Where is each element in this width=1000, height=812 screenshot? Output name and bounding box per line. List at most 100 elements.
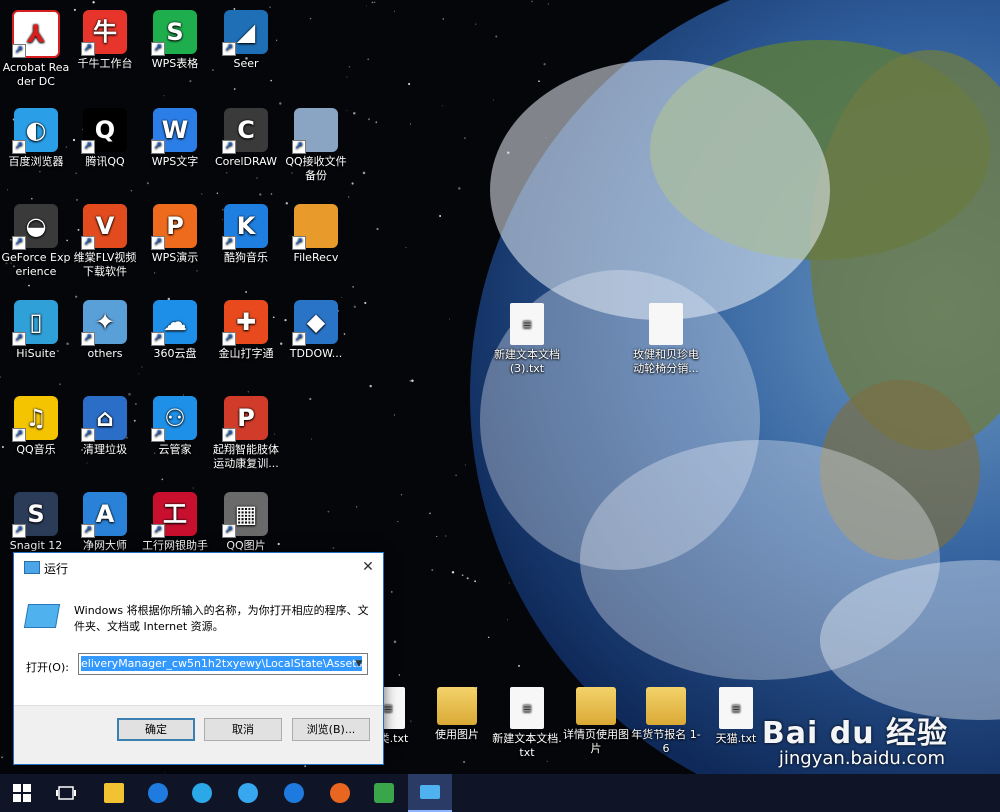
desktop-icon-label: 云管家 <box>158 443 192 456</box>
desktop-icon[interactable]: ✦ ↗ others <box>69 300 141 361</box>
desktop-icon[interactable]: ◢ ↗ Seer <box>210 10 282 71</box>
shortcut-arrow-icon: ↗ <box>292 236 306 250</box>
desktop-icon-label: HiSuite <box>16 347 56 360</box>
desktop-icon[interactable]: K ↗ 酷狗音乐 <box>210 204 282 265</box>
desktop-file[interactable]: 使用图片 <box>421 687 493 742</box>
desktop-icon[interactable]: V ↗ 维棠FLV视频下载软件 <box>69 204 141 279</box>
desktop-icon[interactable]: ↗ QQ接收文件备份 <box>280 108 352 183</box>
desktop-file[interactable]: 年货节报名 1-6 <box>630 687 702 756</box>
desktop-icon[interactable]: ◆ ↗ TDDOW... <box>280 300 352 361</box>
desktop-icon[interactable]: P ↗ WPS演示 <box>139 204 211 265</box>
desktop-icon[interactable]: Q ↗ 腾讯QQ <box>69 108 141 169</box>
shortcut-arrow-icon: ↗ <box>151 42 165 56</box>
desktop-file[interactable]: ≡ 新建文本文档.txt <box>491 687 563 760</box>
desktop-icon[interactable]: 工 ↗ 工行网银助手 <box>139 492 211 553</box>
run-titlebar[interactable]: 运行 ✕ <box>14 553 383 581</box>
folder-icon <box>576 687 616 725</box>
desktop-icon[interactable]: ✚ ↗ 金山打字通 <box>210 300 282 361</box>
qq-music-icon: ♫ ↗ <box>12 396 58 442</box>
shortcut-arrow-icon: ↗ <box>222 236 236 250</box>
desktop-icon[interactable]: W ↗ WPS文字 <box>139 108 211 169</box>
desktop-icon-label: 维棠FLV视频下载软件 <box>73 251 137 278</box>
desktop-icon-label: Acrobat Reader DC <box>2 61 70 88</box>
browse-button[interactable]: 浏览(B)... <box>292 718 370 741</box>
desktop-icon[interactable]: C ↗ CorelDRAW <box>210 108 282 169</box>
desktop-icon[interactable]: A ↗ 净网大师 <box>69 492 141 553</box>
edge-icon[interactable] <box>136 774 180 812</box>
firefox-icon[interactable] <box>318 774 362 812</box>
desktop-icon[interactable]: S ↗ WPS表格 <box>139 10 211 71</box>
desktop-icon-label: QQ图片 <box>226 539 266 552</box>
desktop-icon-label: 360云盘 <box>153 347 197 360</box>
shortcut-arrow-icon: ↗ <box>222 332 236 346</box>
desktop-icon[interactable]: ▦ ↗ QQ图片 <box>210 492 282 553</box>
desktop-icon-label: TDDOW... <box>289 347 343 360</box>
geforce-icon: ◒ ↗ <box>12 204 58 250</box>
snagit-icon: S ↗ <box>12 492 58 538</box>
desktop-icon-label: WPS文字 <box>151 155 199 168</box>
desktop-icon[interactable]: ▯ ↗ HiSuite <box>0 300 72 361</box>
run-command-value[interactable]: eliveryManager_cw5n1h2txyewy\LocalState\… <box>81 656 363 671</box>
desktop-file[interactable]: ≡ 新建文本文档 (3).txt <box>491 303 563 376</box>
jinshan-typing-icon: ✚ ↗ <box>222 300 268 346</box>
hisuite-icon: ▯ ↗ <box>12 300 58 346</box>
desktop-icon[interactable]: ↗ FileRecv <box>280 204 352 265</box>
flv-download-icon: V ↗ <box>81 204 127 250</box>
task-view-icon[interactable] <box>44 774 88 812</box>
shortcut-arrow-icon: ↗ <box>81 524 95 538</box>
dropbox-icon: ◆ ↗ <box>292 300 338 346</box>
baidu-browser-icon[interactable] <box>226 774 270 812</box>
image-icon: ▦ ↗ <box>222 492 268 538</box>
folder-icon <box>646 687 686 725</box>
desktop-icon-label: Snagit 12 <box>9 539 63 552</box>
desktop-file[interactable]: 详情页使用图片 <box>560 687 632 756</box>
text-file-icon: ≡ <box>719 687 753 729</box>
photo-app-icon[interactable] <box>362 774 406 812</box>
shortcut-arrow-icon: ↗ <box>292 140 306 154</box>
taskbar <box>0 774 1000 812</box>
excel-zip-icon <box>649 303 683 345</box>
desktop-icon[interactable]: ☁ ↗ 360云盘 <box>139 300 211 361</box>
close-button[interactable]: ✕ <box>353 553 383 581</box>
desktop-file-label: 年货节报名 1-6 <box>631 728 701 755</box>
desktop-icon[interactable]: ⌂ ↗ 清理垃圾 <box>69 396 141 457</box>
file-explorer-icon[interactable] <box>92 774 136 812</box>
desktop-icon[interactable]: ◒ ↗ GeForce Experience <box>0 204 72 279</box>
shortcut-arrow-icon: ↗ <box>81 332 95 346</box>
desktop-icon[interactable]: P ↗ 起翔智能肢体运动康复训... <box>210 396 282 471</box>
shortcut-arrow-icon: ↗ <box>151 332 165 346</box>
desktop-icon[interactable]: ⅄ ↗ Acrobat Reader DC <box>0 10 72 89</box>
desktop-icon[interactable]: ⚇ ↗ 云管家 <box>139 396 211 457</box>
shortcut-arrow-icon: ↗ <box>12 44 26 58</box>
cloud-360-icon: ☁ ↗ <box>151 300 197 346</box>
desktop-icon[interactable]: ♫ ↗ QQ音乐 <box>0 396 72 457</box>
ok-button[interactable]: 确定 <box>117 718 195 741</box>
windows-start-icon[interactable] <box>0 774 44 812</box>
run-taskbar-icon[interactable] <box>408 774 452 812</box>
shortcut-arrow-icon: ↗ <box>222 524 236 538</box>
shortcut-arrow-icon: ↗ <box>81 428 95 442</box>
desktop-icon[interactable]: ◐ ↗ 百度浏览器 <box>0 108 72 169</box>
desktop-icon[interactable]: 牛 ↗ 千牛工作台 <box>69 10 141 71</box>
desktop-icon-label: 起翔智能肢体运动康复训... <box>213 443 279 470</box>
cancel-button[interactable]: 取消 <box>204 718 282 741</box>
desktop-icon[interactable]: S ↗ Snagit 12 <box>0 492 72 553</box>
chevron-down-icon[interactable]: ▼ <box>351 654 367 674</box>
desktop-icon-label: Seer <box>233 57 259 70</box>
shortcut-arrow-icon: ↗ <box>151 524 165 538</box>
shortcut-arrow-icon: ↗ <box>151 236 165 250</box>
desktop-icon-label: WPS演示 <box>151 251 199 264</box>
ie-icon[interactable] <box>180 774 224 812</box>
desktop-icon-label: QQ音乐 <box>16 443 56 456</box>
folder-icon: ↗ <box>292 108 338 154</box>
run-command-input[interactable]: eliveryManager_cw5n1h2txyewy\LocalState\… <box>78 653 368 675</box>
desktop-file-label: 新建文本文档.txt <box>492 732 562 759</box>
desktop-file[interactable]: 玫健和贝珍电动轮椅分销... <box>630 303 702 376</box>
jingwang-icon: A ↗ <box>81 492 127 538</box>
kugou-icon[interactable] <box>272 774 316 812</box>
desktop-icon-label: CorelDRAW <box>215 155 277 168</box>
cloud-manager-icon: ⚇ ↗ <box>151 396 197 442</box>
baidu-watermark: Bai du 经验 <box>761 716 948 751</box>
desktop-icon-label: 酷狗音乐 <box>224 251 268 264</box>
shortcut-arrow-icon: ↗ <box>222 42 236 56</box>
